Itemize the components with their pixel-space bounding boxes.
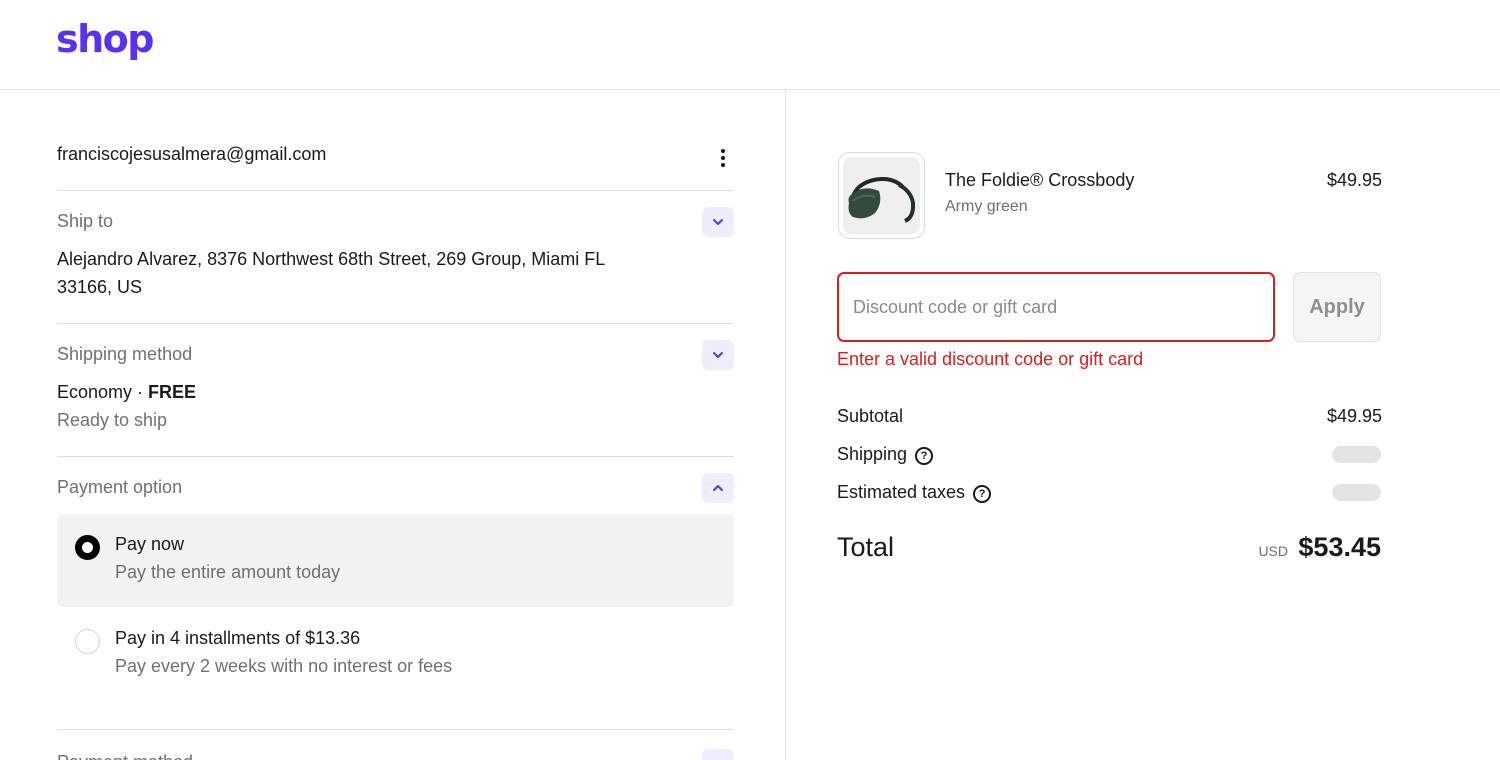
shipping-loading-placeholder — [1332, 446, 1381, 463]
discount-error-message: Enter a valid discount code or gift card — [837, 349, 1144, 369]
contact-email: franciscojesusalmera@gmail.com — [57, 144, 327, 164]
apply-discount-button[interactable]: Apply — [1293, 272, 1381, 342]
pay-option-title: Pay in 4 installments of $13.36 — [115, 628, 361, 648]
ship-to-label: Ship to — [57, 211, 114, 231]
pay-option-description: Pay every 2 weeks with no interest or fe… — [115, 656, 453, 676]
radio-selected[interactable] — [75, 535, 100, 560]
subtotal-value: $49.95 — [1326, 406, 1382, 426]
shop-logo[interactable]: shop — [56, 14, 154, 64]
product-variant: Army green — [945, 198, 1028, 215]
shipping-summary-label: Shipping ? — [837, 443, 934, 465]
discount-code-input[interactable] — [837, 272, 1275, 342]
total-currency: USD — [1258, 543, 1288, 559]
product-name: The Foldie® Crossbody — [945, 170, 1135, 190]
pay-now-option[interactable]: Pay now Pay the entire amount today — [57, 514, 734, 607]
shipping-address: Alejandro Alvarez, 8376 Northwest 68th S… — [57, 249, 605, 297]
pay-option-description: Pay the entire amount today — [115, 562, 341, 582]
radio-unselected[interactable] — [75, 629, 100, 654]
pay-option-title: Pay now — [115, 534, 185, 554]
header: shop — [0, 0, 1500, 90]
contact-row: franciscojesusalmera@gmail.com — [57, 143, 734, 191]
total-value: $53.45 — [1298, 532, 1381, 562]
question-circle-icon[interactable]: ? — [973, 485, 992, 503]
checkout-details-panel: franciscojesusalmera@gmail.com Ship to A… — [0, 91, 786, 760]
chevron-up-icon[interactable] — [702, 473, 734, 503]
product-price: $49.95 — [1326, 170, 1382, 190]
shipping-method-name: Economy — [57, 382, 133, 402]
chevron-down-icon[interactable] — [702, 340, 734, 370]
kebab-menu-icon[interactable] — [716, 147, 730, 169]
payment-option-label: Payment option — [57, 477, 183, 497]
shipping-method-label: Shipping method — [57, 344, 193, 364]
order-summary-panel: The Foldie® Crossbody Army green $49.95 … — [787, 91, 1500, 760]
shipping-status: Ready to ship — [57, 410, 168, 430]
chevron-down-icon[interactable] — [702, 207, 734, 237]
pay-in-installments-option[interactable]: Pay in 4 installments of $13.36 Pay ever… — [57, 608, 734, 701]
shipping-method-value: Economy · FREE — [57, 378, 657, 406]
shipping-price: FREE — [148, 382, 197, 402]
divider — [57, 729, 734, 730]
taxes-loading-placeholder — [1332, 484, 1381, 501]
estimated-taxes-label: Estimated taxes ? — [837, 481, 992, 503]
chevron-down-icon[interactable] — [702, 749, 734, 760]
ship-to-section: Ship to Alejandro Alvarez, 8376 Northwes… — [57, 207, 734, 324]
subtotal-label: Subtotal — [837, 406, 904, 426]
separator: · — [132, 382, 149, 402]
shipping-method-section: Shipping method Economy · FREE Ready to … — [57, 340, 734, 457]
product-thumbnail — [838, 152, 925, 239]
payment-method-label: Payment method — [57, 751, 193, 760]
question-circle-icon[interactable]: ? — [915, 447, 934, 465]
total-label: Total — [837, 532, 895, 562]
